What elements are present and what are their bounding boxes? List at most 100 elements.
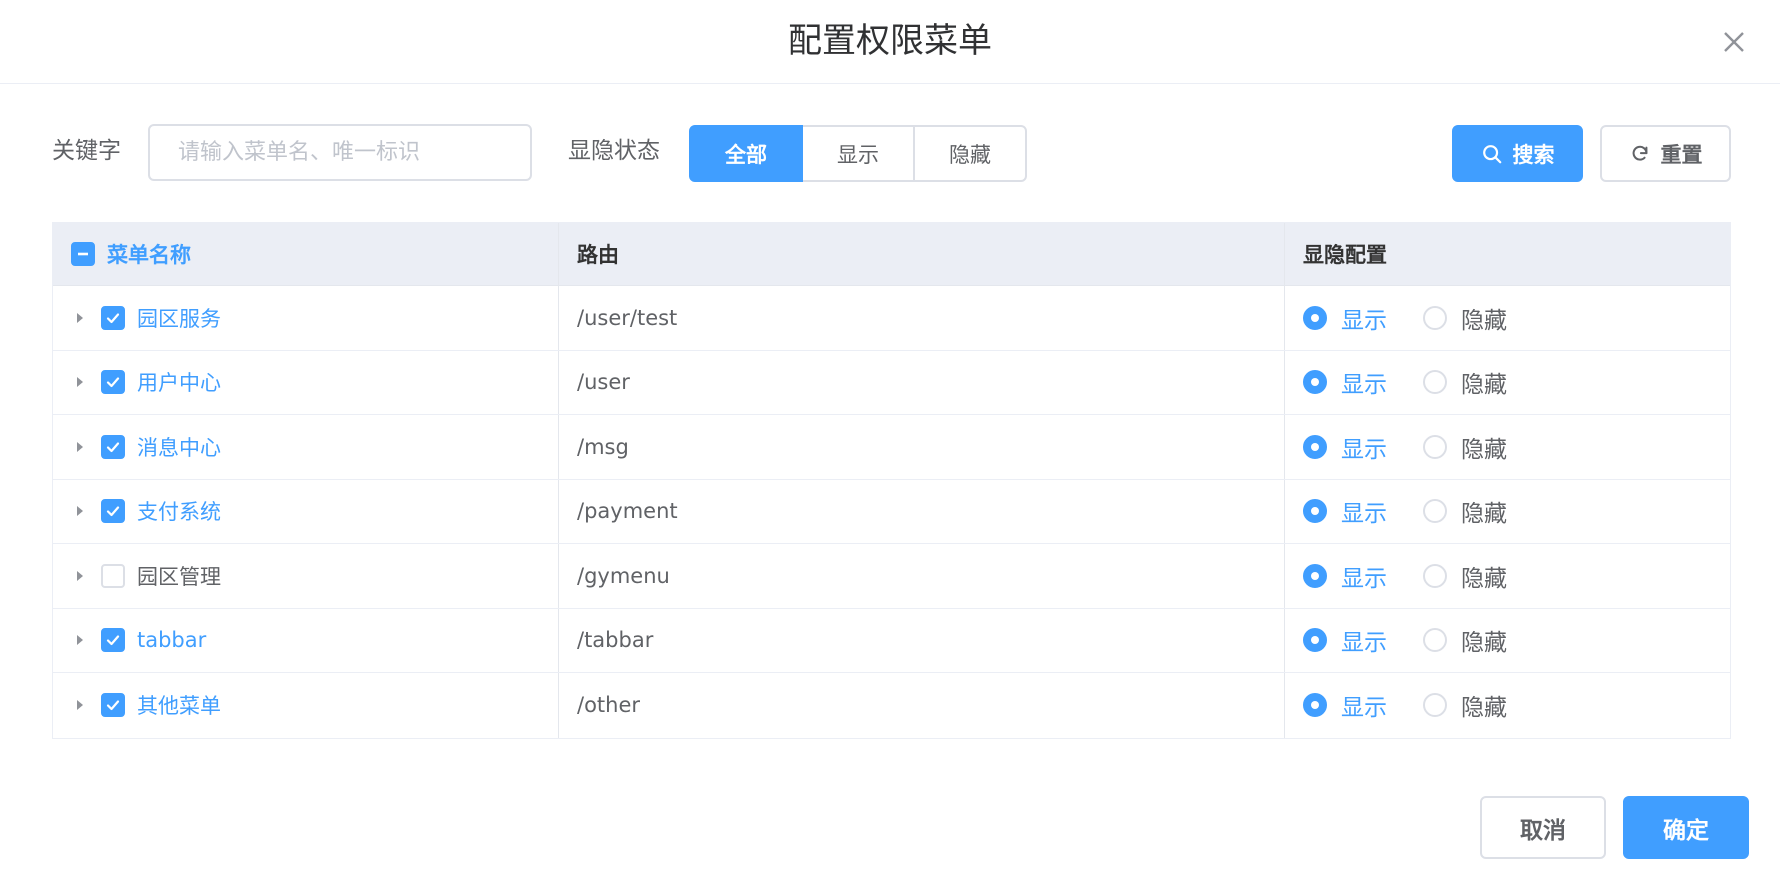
radio-dot	[1423, 563, 1447, 588]
radio-show[interactable]: 显示	[1303, 494, 1387, 528]
table-body: 园区服务/user/test 显示 隐藏 用户中心/user 显示 隐藏 消息中心/msg 显…	[53, 286, 1730, 738]
radio-dot	[1303, 370, 1327, 395]
row-menu-name: 支付系统	[137, 500, 221, 525]
menu-table: 菜单名称 路由 显隐配置 园区服务/user/test 显示 隐藏 用户中心/user…	[52, 222, 1731, 739]
row-checkbox[interactable]	[101, 370, 125, 395]
cancel-button[interactable]: 取消	[1480, 796, 1606, 859]
radio-hide-label: 隐藏	[1461, 501, 1507, 528]
radio-hide-label: 隐藏	[1461, 695, 1507, 722]
table-row: tabbar/tabbar 显示 隐藏	[53, 608, 1730, 673]
select-all-checkbox[interactable]	[71, 242, 95, 266]
row-menu-name: 消息中心	[137, 435, 221, 460]
row-route: /user	[559, 350, 1285, 414]
row-checkbox[interactable]	[101, 434, 125, 459]
row-visibility-cell: 显示 隐藏	[1285, 351, 1730, 415]
row-visibility-cell: 显示 隐藏	[1285, 609, 1730, 673]
check-icon	[106, 635, 120, 646]
radio-show[interactable]: 显示	[1303, 301, 1387, 335]
row-visibility-cell: 显示 隐藏	[1285, 544, 1730, 608]
check-icon	[106, 313, 120, 323]
expand-toggle[interactable]	[73, 311, 87, 325]
expand-toggle[interactable]	[73, 569, 87, 583]
row-menu-name: 园区管理	[137, 564, 221, 589]
row-route: /user/test	[559, 286, 1285, 350]
search-button[interactable]: 搜索	[1452, 125, 1583, 182]
table-row: 其他菜单/other 显示 隐藏	[53, 673, 1730, 738]
radio-hide[interactable]: 隐藏	[1423, 494, 1507, 528]
row-route: /other	[559, 673, 1285, 738]
row-name-cell: 支付系统	[53, 479, 559, 543]
row-visibility-cell: 显示 隐藏	[1285, 286, 1730, 350]
radio-show[interactable]: 显示	[1303, 688, 1387, 722]
table-header: 菜单名称 路由 显隐配置	[53, 223, 1730, 286]
check-icon	[106, 506, 120, 517]
row-menu-name: tabbar	[137, 628, 207, 653]
row-menu-name: 用户中心	[137, 371, 221, 396]
caret-right-icon	[77, 635, 83, 646]
radio-hide[interactable]: 隐藏	[1423, 688, 1507, 722]
search-icon	[1482, 144, 1501, 163]
radio-dot	[1303, 628, 1327, 653]
row-visibility-cell: 显示 隐藏	[1285, 415, 1730, 479]
radio-hide[interactable]: 隐藏	[1423, 301, 1507, 335]
radio-dot	[1423, 628, 1447, 653]
search-button-label: 搜索	[1512, 142, 1555, 167]
row-checkbox[interactable]	[101, 693, 125, 718]
table-row: 消息中心/msg 显示 隐藏	[53, 415, 1730, 480]
expand-toggle[interactable]	[73, 440, 87, 454]
radio-show[interactable]: 显示	[1303, 623, 1387, 657]
caret-right-icon	[77, 506, 83, 517]
row-checkbox[interactable]	[101, 499, 125, 524]
radio-dot	[1303, 305, 1327, 330]
row-checkbox[interactable]	[101, 305, 125, 330]
radio-hide-label: 隐藏	[1461, 372, 1507, 399]
close-button[interactable]	[1718, 26, 1750, 58]
row-checkbox[interactable]	[101, 628, 125, 653]
radio-hide-label: 隐藏	[1461, 436, 1507, 463]
permission-menu-dialog: 配置权限菜单 关键字 显隐状态 全部 显示 隐藏 搜索 重置	[0, 0, 1780, 884]
keyword-input[interactable]	[148, 124, 532, 181]
keyword-label: 关键字	[52, 138, 121, 164]
close-icon	[1724, 32, 1744, 52]
radio-show[interactable]: 显示	[1303, 365, 1387, 399]
header-name-cell: 菜单名称	[53, 223, 559, 285]
row-name-cell: tabbar	[53, 608, 559, 672]
radio-dot	[1303, 563, 1327, 588]
expand-toggle[interactable]	[73, 698, 87, 712]
table-row: 用户中心/user 显示 隐藏	[53, 350, 1730, 415]
row-name-cell: 园区管理	[53, 544, 559, 608]
state-option-show[interactable]: 显示	[801, 125, 915, 182]
radio-show[interactable]: 显示	[1303, 430, 1387, 464]
table-row: 支付系统/payment 显示 隐藏	[53, 479, 1730, 544]
radio-show-label: 显示	[1341, 436, 1387, 463]
row-name-cell: 用户中心	[53, 350, 559, 414]
radio-dot	[1303, 693, 1327, 718]
header-route: 路由	[559, 223, 1285, 285]
expand-toggle[interactable]	[73, 375, 87, 389]
expand-toggle[interactable]	[73, 504, 87, 518]
radio-hide[interactable]: 隐藏	[1423, 623, 1507, 657]
radio-dot	[1423, 305, 1447, 330]
radio-dot	[1423, 693, 1447, 718]
confirm-button[interactable]: 确定	[1623, 796, 1749, 859]
header-visibility: 显隐配置	[1303, 243, 1387, 267]
visibility-state-segmented: 全部 显示 隐藏	[689, 125, 1027, 182]
state-option-all[interactable]: 全部	[689, 125, 803, 182]
refresh-icon	[1632, 145, 1647, 161]
check-icon	[106, 700, 120, 711]
row-checkbox[interactable]	[101, 563, 125, 588]
caret-right-icon	[77, 377, 83, 388]
radio-show[interactable]: 显示	[1303, 559, 1387, 593]
reset-button-label: 重置	[1660, 142, 1703, 167]
radio-hide[interactable]: 隐藏	[1423, 365, 1507, 399]
radio-hide[interactable]: 隐藏	[1423, 430, 1507, 464]
state-option-hide[interactable]: 隐藏	[913, 125, 1027, 182]
row-name-cell: 其他菜单	[53, 673, 559, 738]
radio-hide[interactable]: 隐藏	[1423, 559, 1507, 593]
header-name: 菜单名称	[107, 243, 191, 267]
row-route: /payment	[559, 479, 1285, 543]
reset-button[interactable]: 重置	[1600, 125, 1731, 182]
radio-show-label: 显示	[1341, 372, 1387, 399]
expand-toggle[interactable]	[73, 633, 87, 647]
minus-icon	[78, 252, 88, 256]
